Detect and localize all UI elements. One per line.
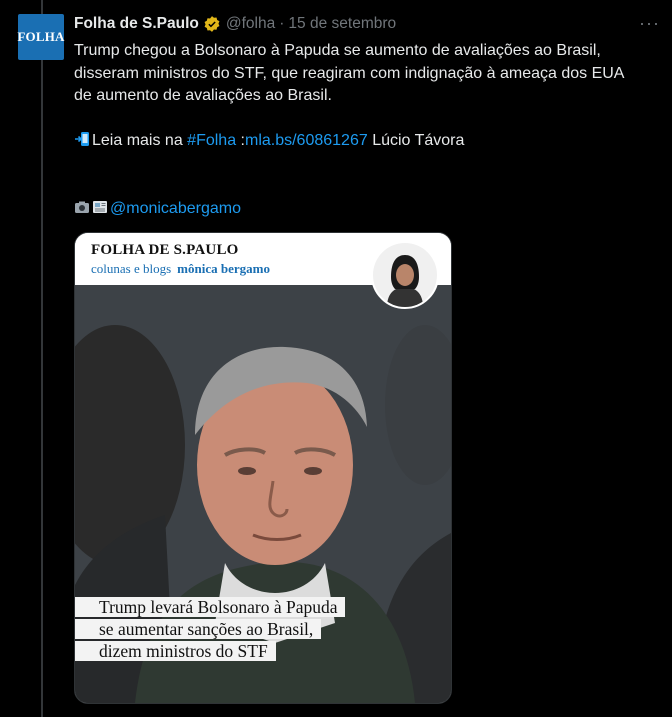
tweet-text: Trump chegou a Bolsonaro à Papuda se aum…: [74, 40, 660, 220]
section-label: colunas e blogs: [91, 261, 172, 276]
card-headline: Trump levará Bolsonaro à Papuda se aumen…: [75, 597, 346, 663]
arrow-phone-icon: [75, 132, 89, 146]
tweet-date[interactable]: 15 de setembro: [288, 15, 396, 33]
handle[interactable]: @folha: [226, 15, 275, 33]
headline-line: dizem ministros do STF: [75, 641, 276, 661]
article-link[interactable]: mla.bs/60861267: [245, 132, 368, 149]
camera-icon: [75, 201, 89, 213]
avatar[interactable]: FOLHA: [17, 14, 65, 60]
card-section: colunas e blogs mônica bergamo: [91, 261, 270, 277]
tweet-line: de aumento de avaliações ao Brasil.: [74, 87, 332, 104]
separator-dot: ·: [279, 15, 285, 32]
tweet[interactable]: Folha de S.Paulo @folha · 15 de setembro…: [74, 12, 660, 220]
tweet-line: disseram ministros do STF, que reagiram …: [74, 64, 625, 82]
card-brand: FOLHA DE S.PAULO: [91, 242, 239, 258]
colon: :: [236, 132, 245, 149]
more-options-icon[interactable]: ···: [639, 14, 660, 32]
media-card[interactable]: FOLHA DE S.PAULO colunas e blogs mônica b…: [74, 232, 452, 704]
tweet-line: Trump chegou a Bolsonaro à Papuda se aum…: [74, 42, 601, 59]
headline-line: Trump levará Bolsonaro à Papuda: [75, 597, 346, 617]
avatar-label: FOLHA: [17, 29, 65, 44]
columnist-label: mônica bergamo: [177, 261, 270, 276]
tweet-header: Folha de S.Paulo @folha · 15 de setembro: [74, 12, 660, 36]
photo-credit: Lúcio Távora: [367, 132, 465, 149]
mention-link[interactable]: @monicabergamo: [110, 200, 241, 217]
hashtag-link[interactable]: #Folha: [187, 132, 236, 149]
read-more-line: Leia mais na #Folha :mla.bs/60861267 Lúc…: [74, 130, 660, 153]
headline-line: se aumentar sanções ao Brasil,: [75, 619, 322, 639]
columnist-portrait: [373, 243, 437, 307]
newspaper-icon: [93, 200, 107, 213]
read-more-label: Leia mais na: [92, 132, 188, 149]
display-name[interactable]: Folha de S.Paulo: [74, 15, 199, 33]
columnist-avatar: [371, 241, 439, 309]
mention-line: @monicabergamo: [74, 198, 660, 221]
thread-line: [41, 0, 43, 717]
verified-badge-icon: [204, 16, 220, 32]
